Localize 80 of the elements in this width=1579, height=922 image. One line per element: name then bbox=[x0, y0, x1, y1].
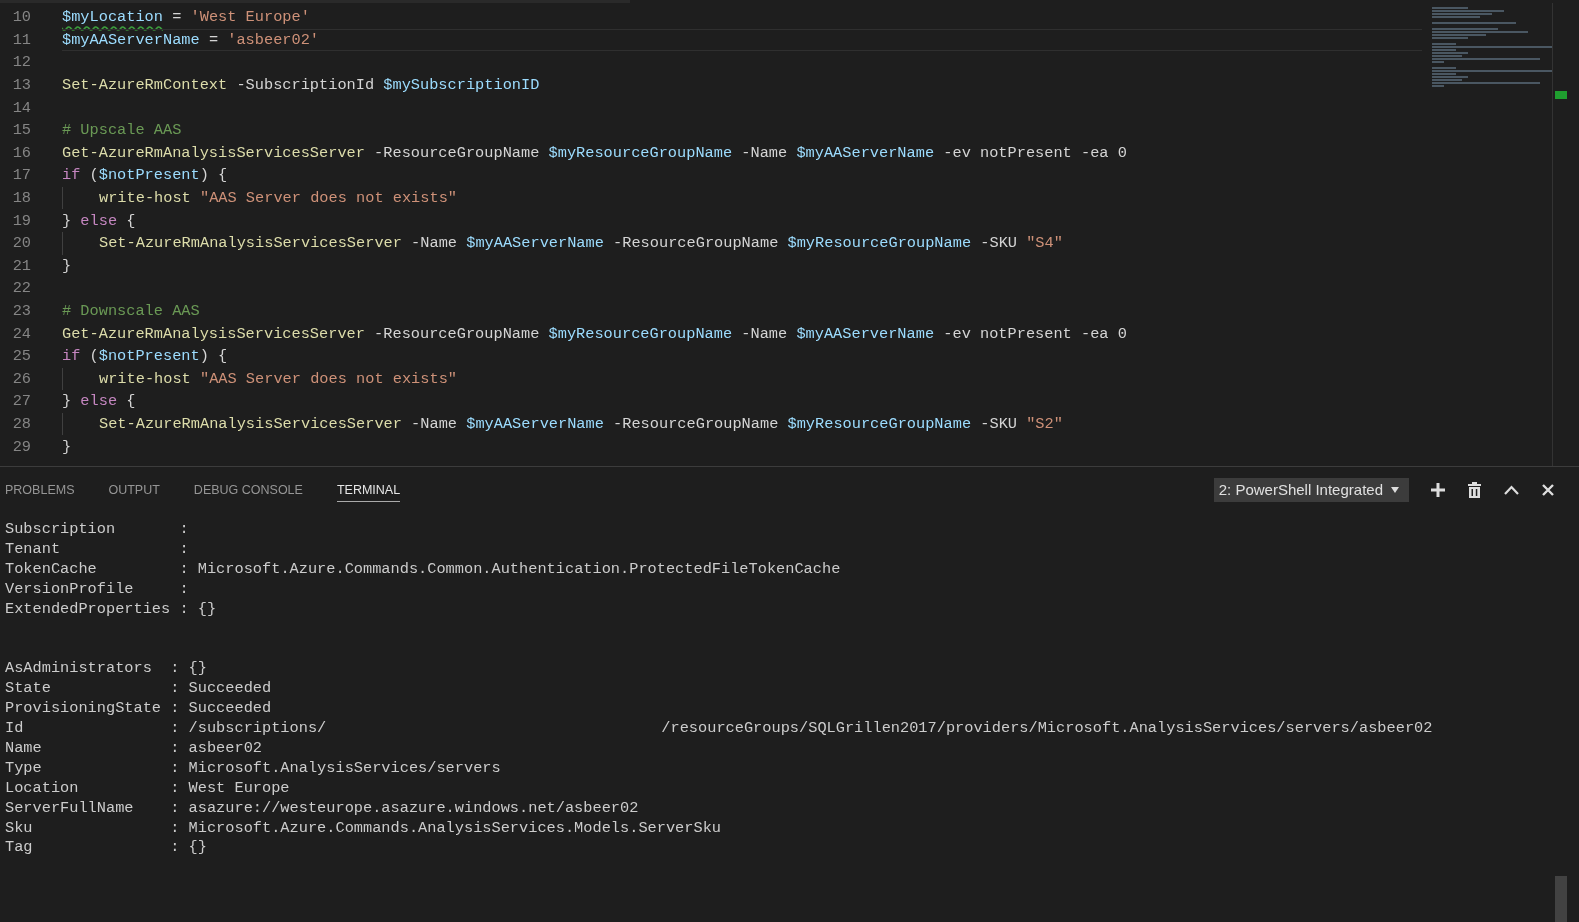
code-text: # Upscale AAS bbox=[62, 121, 182, 140]
code-text: Get-AzureRmAnalysisServicesServer -ResourceGroupName $myResourceGroupName -Name $myAAServerName -ev notPresent -ea 0 bbox=[62, 324, 1127, 343]
line-number: 15 bbox=[11, 121, 31, 140]
property-value: : bbox=[179, 579, 189, 598]
property-name: ServerFullName bbox=[5, 798, 135, 817]
property-value: : bbox=[179, 539, 189, 558]
code-text: Set-AzureRmContext -SubscriptionId $mySubscriptionID bbox=[62, 76, 540, 95]
scrollbar-thumb[interactable] bbox=[1555, 876, 1567, 922]
code-text: # Downscale AAS bbox=[62, 302, 200, 320]
code-text: if ($notPresent) { bbox=[62, 166, 228, 185]
plus-icon[interactable] bbox=[1431, 483, 1445, 497]
property-name: Tag bbox=[5, 838, 34, 857]
line-number: 26 bbox=[11, 369, 31, 388]
property-value: : Succeeded bbox=[170, 679, 272, 698]
property-value: : Succeeded bbox=[170, 699, 272, 718]
property-value: : Microsoft.Azure.Commands.Common.Authentication.ProtectedFileTokenCache bbox=[179, 559, 841, 578]
property-name: Location bbox=[5, 778, 80, 797]
property-value: : {} bbox=[170, 838, 207, 857]
panel-tab[interactable]: OUTPUT bbox=[108, 478, 160, 502]
code-text: Set-AzureRmAnalysisServicesServer -Name $myAAServerName -ResourceGroupName $myResourceGroupName -SKU "S4" bbox=[99, 234, 1063, 253]
line-number: 18 bbox=[11, 189, 31, 208]
code-text: Get-AzureRmAnalysisServicesServer -ResourceGroupName $myResourceGroupName -Name $myAAServerName -ev notPresent -ea 0 bbox=[62, 143, 1127, 162]
line-number: 28 bbox=[11, 415, 31, 433]
line-number: 12 bbox=[11, 53, 31, 72]
panel-tab[interactable]: PROBLEMS bbox=[5, 478, 75, 502]
chevron-up-icon[interactable] bbox=[1504, 485, 1519, 495]
code-text: $myAAServerName = 'asbeer02' bbox=[62, 30, 320, 49]
property-name: Sku bbox=[5, 818, 34, 837]
property-value: : Microsoft.Azure.Commands.AnalysisServices.Models.ServerSku bbox=[170, 818, 721, 837]
property-name: Name bbox=[5, 738, 43, 757]
property-value: : West Europe bbox=[170, 778, 290, 797]
property-value: : Microsoft.AnalysisServices/servers bbox=[170, 758, 501, 777]
scrollbar[interactable] bbox=[1552, 3, 1567, 466]
code-text: if ($notPresent) { bbox=[62, 347, 228, 366]
line-number: 11 bbox=[11, 30, 31, 49]
trash-icon[interactable] bbox=[1468, 482, 1481, 498]
line-number: 21 bbox=[11, 256, 31, 275]
property-name: Id bbox=[5, 719, 25, 738]
line-number: 20 bbox=[11, 234, 31, 253]
line-number: 16 bbox=[11, 143, 31, 162]
code-text: write-host "AAS Server does not exists" bbox=[99, 189, 457, 208]
line-number: 23 bbox=[11, 302, 31, 320]
code-text: Set-AzureRmAnalysisServicesServer -Name $myAAServerName -ResourceGroupName $myResourceGroupName -SKU "S2" bbox=[99, 415, 1063, 433]
code-text: } bbox=[62, 256, 72, 275]
terminal-dropdown[interactable]: 2: PowerShell Integrated bbox=[1213, 478, 1409, 502]
property-value: : asbeer02 bbox=[170, 738, 262, 757]
property-value: : bbox=[179, 519, 189, 538]
caret-icon bbox=[1391, 485, 1399, 494]
code-text: write-host "AAS Server does not exists" bbox=[99, 369, 457, 388]
property-name: ExtendedProperties bbox=[5, 599, 172, 618]
code-text: } bbox=[62, 437, 72, 456]
line-number: 17 bbox=[11, 166, 31, 185]
line-number: 22 bbox=[11, 279, 31, 298]
line-number: 29 bbox=[11, 437, 31, 456]
property-value: : {} bbox=[170, 659, 207, 678]
property-name: ProvisioningState bbox=[5, 699, 163, 718]
line-number: 24 bbox=[11, 324, 31, 343]
property-name: AsAdministrators bbox=[5, 659, 153, 678]
code-text: $myLocation = 'West Europe' bbox=[62, 8, 310, 27]
panel-tab[interactable]: DEBUG CONSOLE bbox=[193, 478, 303, 502]
property-value: /resourceGroups/SQLGrillen2017/providers/Microsoft.AnalysisServices/servers/asbeer02 bbox=[661, 719, 1433, 738]
property-name: Subscription bbox=[5, 519, 117, 538]
property-name: VersionProfile bbox=[5, 579, 135, 598]
line-number: 27 bbox=[11, 392, 31, 411]
code-text: } else { bbox=[62, 211, 136, 230]
property-name: Type bbox=[5, 758, 43, 777]
line-number: 19 bbox=[11, 211, 31, 230]
line-number: 25 bbox=[11, 347, 31, 366]
property-value: : asazure://westeurope.asazure.windows.net/asbeer02 bbox=[170, 798, 639, 817]
code-text: } else { bbox=[62, 392, 136, 411]
line-number: 10 bbox=[11, 8, 31, 27]
property-value: : {} bbox=[179, 599, 217, 618]
line-number: 14 bbox=[11, 98, 31, 117]
line-number: 13 bbox=[11, 76, 31, 95]
property-name: TokenCache bbox=[5, 559, 98, 578]
property-name: State bbox=[5, 679, 52, 698]
panel-tab[interactable]: TERMINAL bbox=[336, 478, 401, 502]
close-icon[interactable] bbox=[1542, 484, 1554, 496]
property-value: : /subscriptions/ bbox=[170, 719, 327, 738]
property-name: Tenant bbox=[5, 539, 62, 558]
